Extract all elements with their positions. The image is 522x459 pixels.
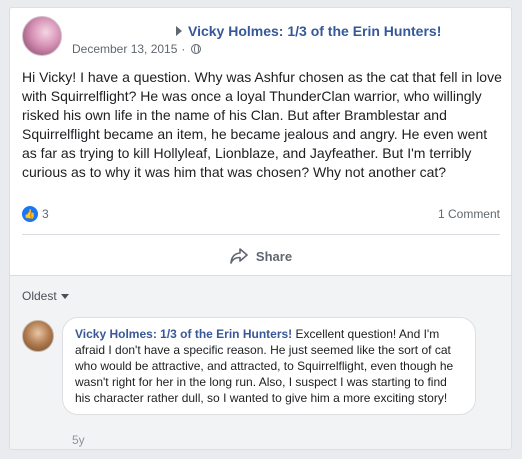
like-count[interactable]: 3	[42, 207, 49, 221]
post-date[interactable]: December 13, 2015	[72, 42, 177, 56]
comment-age[interactable]: 5y	[72, 433, 85, 447]
play-triangle-icon	[176, 26, 182, 36]
share-arrow-icon	[230, 248, 248, 264]
meta-separator: ·	[181, 42, 186, 56]
share-button[interactable]: Share	[22, 241, 500, 271]
caret-down-icon	[60, 293, 69, 299]
reactions-bar: 👍 3 1 Comment	[22, 206, 500, 222]
post-body: Hi Vicky! I have a question. Why was Ash…	[22, 69, 502, 180]
like-icon[interactable]: 👍	[22, 206, 38, 222]
author-avatar[interactable]	[22, 16, 62, 56]
divider	[22, 234, 500, 235]
comment-author-link[interactable]: Vicky Holmes: 1/3 of the Erin Hunters!	[75, 327, 292, 341]
post-author-link[interactable]: Vicky Holmes: 1/3 of the Erin Hunters!	[188, 23, 441, 39]
post-meta: December 13, 2015 ·	[72, 42, 202, 56]
globe-icon[interactable]	[191, 43, 202, 54]
post-card: Vicky Holmes: 1/3 of the Erin Hunters! D…	[9, 7, 512, 450]
sort-label: Oldest	[22, 289, 57, 303]
comment-bubble: Vicky Holmes: 1/3 of the Erin Hunters! E…	[62, 317, 476, 415]
comments-section: Oldest Vicky Holmes: 1/3 of the Erin Hun…	[10, 275, 511, 449]
commenter-avatar[interactable]	[22, 320, 54, 352]
comment-sort-dropdown[interactable]: Oldest	[22, 289, 69, 303]
post-header: Vicky Holmes: 1/3 of the Erin Hunters!	[176, 23, 441, 39]
share-label: Share	[255, 248, 293, 264]
comment-count[interactable]: 1 Comment	[438, 207, 500, 221]
